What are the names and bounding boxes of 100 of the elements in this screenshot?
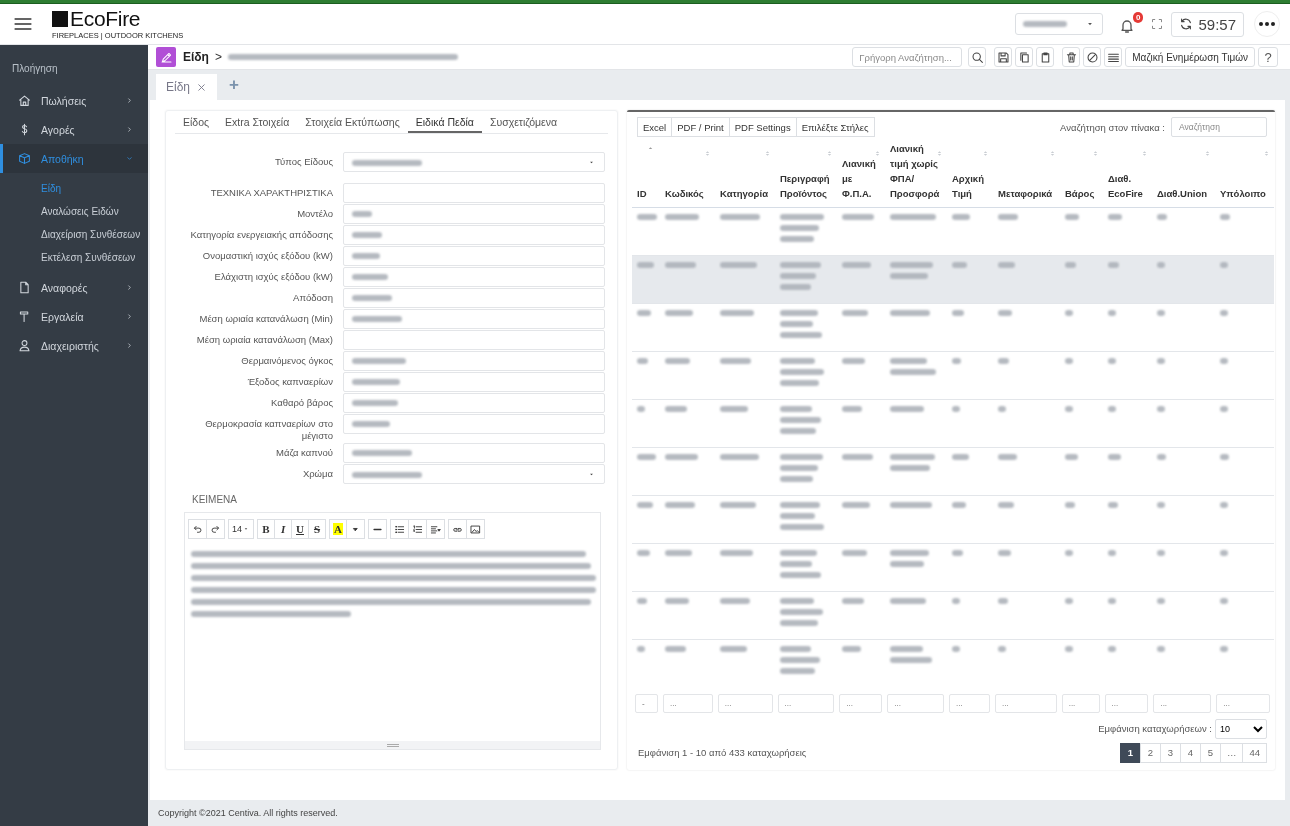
nav-item[interactable]: Πωλήσεις — [0, 86, 148, 115]
column-header[interactable]: ID — [632, 141, 660, 208]
column-filter-field[interactable]: ... — [839, 693, 883, 713]
column-header[interactable]: Διαθ. EcoFire — [1103, 141, 1152, 208]
nav-item[interactable]: Διαχειριστής — [0, 331, 148, 360]
input-field[interactable] — [343, 204, 605, 224]
search-button[interactable] — [968, 47, 987, 67]
input-field[interactable] — [343, 393, 605, 413]
column-header[interactable]: Κατηγορία — [715, 141, 775, 208]
page-button[interactable]: … — [1219, 742, 1244, 763]
input-field[interactable] — [343, 225, 605, 245]
input-field[interactable] — [343, 351, 605, 371]
save-button[interactable] — [994, 47, 1013, 67]
font-size-select[interactable]: 14 — [228, 519, 254, 539]
column-filter-field[interactable]: ... — [1153, 693, 1212, 713]
text-editor[interactable]: 14 B I U S A — [184, 512, 601, 750]
form-tab[interactable]: Στοιχεία Εκτύπωσης — [297, 111, 408, 133]
session-timer-button[interactable]: 59:57 — [1171, 11, 1244, 37]
page-button[interactable]: 5 — [1199, 742, 1221, 763]
input-field[interactable] — [343, 330, 605, 350]
column-header[interactable]: Υπόλοιπο — [1215, 141, 1274, 208]
align-button[interactable] — [426, 519, 445, 539]
caret-button[interactable] — [346, 519, 365, 539]
input-field[interactable] — [343, 309, 605, 329]
quick-search-field[interactable]: Γρήγορη Αναζήτηση... — [852, 47, 963, 67]
form-tab[interactable]: Είδος — [175, 111, 218, 133]
highlight-button[interactable]: A — [329, 519, 347, 539]
nav-item[interactable]: Εργαλεία — [0, 302, 148, 331]
nav-item[interactable]: Αναφορές — [0, 273, 148, 302]
form-tab[interactable]: Ειδικά Πεδία — [407, 111, 482, 133]
export-button[interactable]: Excel — [637, 117, 673, 137]
select-field[interactable] — [343, 152, 605, 172]
column-header[interactable]: Διαθ.Union — [1152, 141, 1215, 208]
input-field[interactable] — [343, 443, 605, 463]
image-button[interactable] — [466, 519, 485, 539]
export-button[interactable]: Επιλέξτε Στήλες — [795, 117, 875, 137]
column-filter-field[interactable]: ... — [662, 693, 713, 713]
column-header[interactable]: Μεταφορικά — [993, 141, 1060, 208]
help-button[interactable]: ? — [1258, 47, 1278, 67]
input-field[interactable] — [343, 414, 605, 434]
column-filter-field[interactable]: ... — [887, 693, 945, 713]
list-button[interactable] — [1104, 47, 1123, 67]
page-button[interactable]: 44 — [1242, 742, 1267, 763]
more-button[interactable] — [1254, 11, 1280, 37]
column-header[interactable]: Λιανική με Φ.Π.Α. — [837, 141, 885, 208]
refresh-icon — [1179, 17, 1194, 31]
redacted-cell-text — [1157, 262, 1165, 268]
nav-item[interactable]: Αγορές — [0, 115, 148, 144]
nav-item[interactable]: Αποθήκη — [0, 144, 148, 173]
input-field[interactable] — [343, 288, 605, 308]
account-select[interactable] — [1015, 13, 1104, 35]
form-tab[interactable]: Extra Στοιχεία — [217, 111, 298, 133]
nav-subitem[interactable]: Εκτέλεση Συνθέσεων — [0, 246, 148, 269]
page-button[interactable]: 4 — [1179, 742, 1201, 763]
column-header[interactable]: Λιανική τιμή χωρίς ΦΠΑ/ Προσφορά — [885, 141, 947, 208]
underline-button[interactable]: U — [291, 519, 309, 539]
column-filter-field[interactable]: ... — [1061, 693, 1100, 713]
document-tab[interactable]: Είδη — [156, 74, 218, 100]
nav-subitem[interactable]: Διαχείριση Συνθέσεων — [0, 223, 148, 246]
fullscreen-button[interactable] — [1151, 18, 1164, 30]
breadcrumb-link[interactable]: Είδη — [183, 50, 209, 64]
redacted-cell-text — [780, 380, 819, 386]
input-field[interactable] — [343, 183, 605, 203]
column-filter-field[interactable]: ... — [1104, 693, 1149, 713]
table-search-field[interactable]: Αναζήτηση — [1171, 117, 1267, 137]
nav-subitem[interactable]: Αναλώσεις Ειδών — [0, 200, 148, 223]
redo-button[interactable] — [206, 519, 225, 539]
italic-button[interactable]: I — [274, 519, 292, 539]
export-button[interactable]: PDF Settings — [728, 117, 797, 137]
page-button[interactable]: 2 — [1139, 742, 1161, 763]
bold-button[interactable]: B — [257, 519, 275, 539]
select-field[interactable] — [343, 464, 605, 484]
column-filter-field[interactable]: ... — [1216, 693, 1270, 713]
page-button[interactable]: 3 — [1159, 742, 1181, 763]
column-filter-field[interactable]: ... — [949, 693, 990, 713]
strikethrough-button[interactable]: S — [308, 519, 326, 539]
cancel-button[interactable] — [1083, 47, 1102, 67]
column-header[interactable]: Βάρος — [1060, 141, 1103, 208]
redacted-cell-text — [780, 454, 823, 460]
copy-button[interactable] — [1015, 47, 1034, 67]
column-header[interactable]: Κωδικός — [660, 141, 715, 208]
resize-handle[interactable] — [386, 743, 399, 747]
clipboard-button[interactable] — [1036, 47, 1055, 67]
input-field[interactable] — [343, 246, 605, 266]
page-button[interactable]: 1 — [1119, 742, 1141, 763]
input-field[interactable] — [343, 372, 605, 392]
trash-button[interactable] — [1062, 47, 1081, 67]
input-field[interactable] — [343, 267, 605, 287]
notifications-button[interactable]: 0 — [1117, 12, 1144, 36]
column-filter-field[interactable]: ... — [777, 693, 835, 713]
form-tab[interactable]: Συσχετιζόμενα — [481, 111, 566, 133]
column-filter-field[interactable]: ... — [994, 693, 1057, 713]
export-button[interactable]: PDF / Print — [671, 117, 730, 137]
box-icon — [18, 152, 31, 165]
column-header[interactable]: Περιγραφή Προϊόντος — [775, 141, 837, 208]
column-filter-field[interactable]: ... — [717, 693, 773, 713]
column-filter-field[interactable]: - — [635, 693, 658, 713]
column-header[interactable]: Αρχική Τιμή — [947, 141, 993, 208]
page-size-select[interactable]: 10 — [1215, 718, 1267, 739]
mass-update-button[interactable]: Μαζική Ενημέρωση Τιμών — [1125, 47, 1255, 67]
